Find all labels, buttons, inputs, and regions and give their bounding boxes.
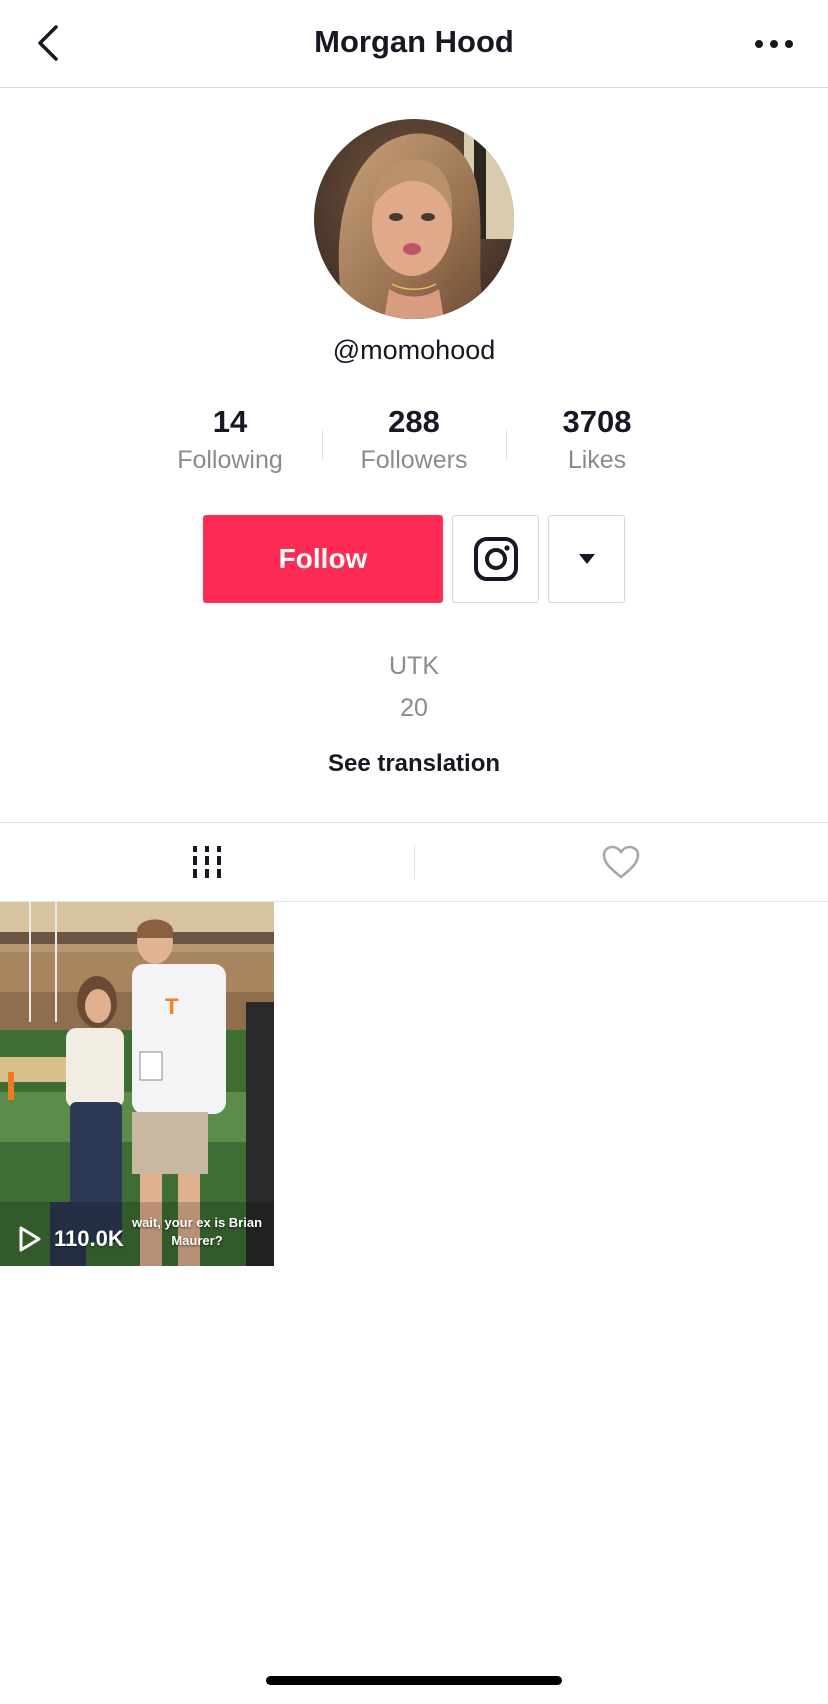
play-icon: [19, 1226, 41, 1252]
tab-videos[interactable]: [0, 823, 414, 901]
profile-stats: 14 Following 288 Followers 3708 Likes: [0, 400, 828, 490]
suggested-accounts-dropdown[interactable]: [548, 515, 625, 603]
heart-outline-icon: [602, 845, 640, 879]
following-label: Following: [177, 446, 283, 474]
tab-liked[interactable]: [414, 823, 828, 901]
view-count-text: 110.0K: [54, 1226, 124, 1251]
followers-label: Followers: [360, 446, 468, 474]
view-count: 110.0K: [18, 1226, 124, 1252]
profile-tabs: [0, 822, 828, 902]
video-caption: wait, your ex is Brian Maurer?: [131, 1215, 263, 1248]
profile-photo: [314, 119, 514, 319]
more-horizontal-icon: [755, 40, 793, 48]
triangle-down-icon: [578, 554, 595, 564]
username: @momohood: [332, 335, 496, 365]
profile-avatar[interactable]: [314, 119, 514, 319]
instagram-button[interactable]: [452, 515, 539, 603]
home-indicator: [266, 1676, 562, 1685]
likes-count: 3708: [562, 404, 632, 439]
following-count: 14: [212, 404, 248, 439]
svg-text:T: T: [165, 994, 179, 1019]
stat-followers[interactable]: 288 Followers: [314, 400, 514, 475]
page-title: Morgan Hood: [314, 24, 514, 59]
follow-button[interactable]: Follow: [203, 515, 443, 603]
instagram-icon: [473, 537, 518, 581]
see-translation-link[interactable]: See translation: [0, 750, 828, 778]
video-thumbnail-image: T: [0, 902, 274, 1266]
bio-line: 20: [400, 694, 428, 722]
likes-label: Likes: [567, 446, 627, 474]
grid-icon: [193, 846, 221, 878]
top-nav-bar: Morgan Hood: [0, 0, 828, 88]
bio-line: UTK: [389, 652, 439, 680]
video-thumbnail[interactable]: T 110.0K wait, your ex is Brian Maurer?: [0, 902, 274, 1266]
followers-count: 288: [388, 404, 440, 439]
stat-following[interactable]: 14 Following: [130, 400, 330, 475]
stat-likes[interactable]: 3708 Likes: [497, 400, 697, 475]
more-options-button[interactable]: [746, 22, 802, 66]
